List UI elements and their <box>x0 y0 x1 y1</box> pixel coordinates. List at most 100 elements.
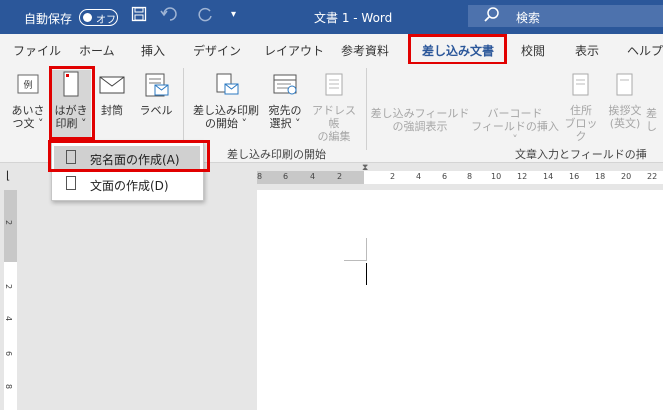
address-block-label-1: 住所 <box>570 104 592 117</box>
tab-references[interactable]: 参考資料 <box>341 42 389 59</box>
undo-icon[interactable] <box>160 6 178 26</box>
greeting-line-icon <box>603 72 647 101</box>
postcard-icon <box>51 70 91 101</box>
ruler-tick: 10 <box>491 172 502 181</box>
envelope-label: 封筒 <box>101 104 123 117</box>
redo-icon[interactable] <box>198 6 214 26</box>
start-merge-label-1: 差し込み印刷 <box>193 104 259 117</box>
tab-selector-icon[interactable]: ⌊ <box>6 169 10 182</box>
ruler-tick: 2 <box>337 172 343 181</box>
vertical-ruler[interactable]: 2 2 4 6 8 <box>4 190 17 410</box>
postcard-label-2: 印刷 ˅ <box>55 117 87 130</box>
ruler-tick: 8 <box>467 172 473 181</box>
ruler-tick: 14 <box>543 172 554 181</box>
ribbon-tabs: ファイル ホーム 挿入 デザイン レイアウト 参考資料 差し込み文書 校閲 表示… <box>0 34 663 65</box>
address-block-icon <box>561 72 601 101</box>
svg-text:例: 例 <box>23 79 32 91</box>
autosave-toggle[interactable]: オフ <box>79 9 118 26</box>
document-title: 文書 1 - Word <box>314 11 393 25</box>
menu-item-label: 文面の作成(D) <box>90 179 169 193</box>
edit-address-book-button[interactable]: アドレス帳 の編集 <box>307 72 361 143</box>
address-side-icon <box>66 150 76 164</box>
barcode-label-2: フィールドの挿入 ˅ <box>471 120 559 146</box>
ruler-tick: 18 <box>595 172 606 181</box>
highlight-merge-fields-button[interactable]: 差し込みフィールド の強調表示 <box>370 107 470 133</box>
insert-field-label: 差し <box>646 107 657 133</box>
horizontal-ruler[interactable]: 8 6 4 2 2 4 6 8 10 12 14 16 18 20 22 <box>257 171 663 184</box>
vruler-tick: 8 <box>4 383 14 390</box>
address-block-button[interactable]: 住所 ブロック <box>561 72 601 143</box>
envelope-icon <box>94 72 130 101</box>
ruler-tick: 6 <box>442 172 448 181</box>
group-separator <box>183 68 184 150</box>
insert-barcode-field-button[interactable]: バーコード フィールドの挿入 ˅ <box>467 107 563 146</box>
message-side-icon <box>66 176 76 190</box>
menu-item-create-message-side[interactable]: 文面の作成(D) <box>54 172 200 196</box>
label-icon <box>136 72 176 101</box>
menu-item-create-address-side[interactable]: 宛名面の作成(A) <box>54 146 200 170</box>
autosave-state: オフ <box>96 15 116 26</box>
search-placeholder: 検索 <box>516 11 541 25</box>
address-book-icon <box>307 72 361 101</box>
postcard-print-button[interactable]: はがき 印刷 ˅ <box>51 70 91 140</box>
autosave-label: 自動保存 <box>24 12 73 26</box>
greeting-label-1: あいさ <box>11 104 45 117</box>
ruler-tick: 20 <box>621 172 632 181</box>
tab-design[interactable]: デザイン <box>193 42 241 59</box>
highlight-fields-label-2: の強調表示 <box>392 120 448 133</box>
ruler-tick: 4 <box>310 172 316 181</box>
search-icon <box>484 6 500 26</box>
greeting-label-2: つ文 ˅ <box>12 117 44 130</box>
tab-insert[interactable]: 挿入 <box>141 42 165 59</box>
highlight-fields-label-1: 差し込みフィールド <box>370 107 470 120</box>
address-block-label-2: ブロック <box>564 117 598 143</box>
label-label: ラベル <box>139 104 173 117</box>
tab-view[interactable]: 表示 <box>575 42 599 59</box>
tab-review[interactable]: 校閲 <box>521 42 545 59</box>
customize-toolbar-icon[interactable]: ▾ <box>231 9 236 20</box>
select-recipients-button[interactable]: 宛先の 選択 ˅ <box>262 72 308 130</box>
vruler-tick: 2 <box>4 219 14 226</box>
recipients-label-2: 選択 ˅ <box>269 117 301 130</box>
group-label-write-insert: 文章入力とフィールドの挿 <box>515 148 647 161</box>
greeting-line-button[interactable]: 挨拶文 (英文) <box>603 72 647 130</box>
ruler-tick: 4 <box>416 172 422 181</box>
greeting-icon: 例 <box>8 72 48 101</box>
recipients-icon <box>262 72 308 101</box>
vruler-tick: 2 <box>4 283 14 290</box>
search-box[interactable]: 検索 <box>468 5 663 27</box>
postcard-dropdown-menu: 宛名面の作成(A) 文面の作成(D) <box>51 141 204 201</box>
menu-item-label: 宛名面の作成(A) <box>90 153 180 167</box>
ruler-tick: 12 <box>517 172 528 181</box>
toggle-knob <box>83 13 92 22</box>
greeting-line-label-2: (英文) <box>609 117 641 130</box>
ruler-tick: 22 <box>647 172 658 181</box>
vruler-tick: 6 <box>4 350 14 357</box>
document-page[interactable] <box>257 190 663 410</box>
save-icon[interactable] <box>131 6 147 26</box>
label-button[interactable]: ラベル <box>136 72 176 117</box>
tab-file[interactable]: ファイル <box>13 42 61 59</box>
tab-help[interactable]: ヘルプ <box>627 42 663 59</box>
postcard-label-1: はがき <box>54 104 88 117</box>
insert-merge-field-button[interactable]: 差し <box>646 107 663 133</box>
tab-mailings[interactable]: 差し込み文書 <box>422 42 495 65</box>
indent-marker-icon[interactable]: ⧗ <box>362 163 368 173</box>
tab-layout[interactable]: レイアウト <box>264 42 324 59</box>
vruler-tick: 4 <box>4 315 14 322</box>
start-merge-label-2: の開始 ˅ <box>205 117 247 130</box>
start-mail-merge-button[interactable]: 差し込み印刷 の開始 ˅ <box>192 72 260 130</box>
ruler-tick: 2 <box>390 172 396 181</box>
margin-corner-mark <box>344 238 367 261</box>
vruler-margin <box>4 190 17 262</box>
ruler-tick: 8 <box>257 172 263 181</box>
address-book-label-1: アドレス帳 <box>312 104 356 130</box>
ruler-tick: 6 <box>283 172 289 181</box>
ruler-tick: 16 <box>569 172 580 181</box>
title-bar: 自動保存 オフ ▾ 文書 1 - Word 検索 <box>0 0 663 34</box>
envelope-button[interactable]: 封筒 <box>94 72 130 117</box>
barcode-label-1: バーコード <box>487 107 543 120</box>
tab-home[interactable]: ホーム <box>79 42 115 59</box>
greeting-button[interactable]: 例 あいさ つ文 ˅ <box>8 72 48 130</box>
recipients-label-1: 宛先の <box>268 104 302 117</box>
